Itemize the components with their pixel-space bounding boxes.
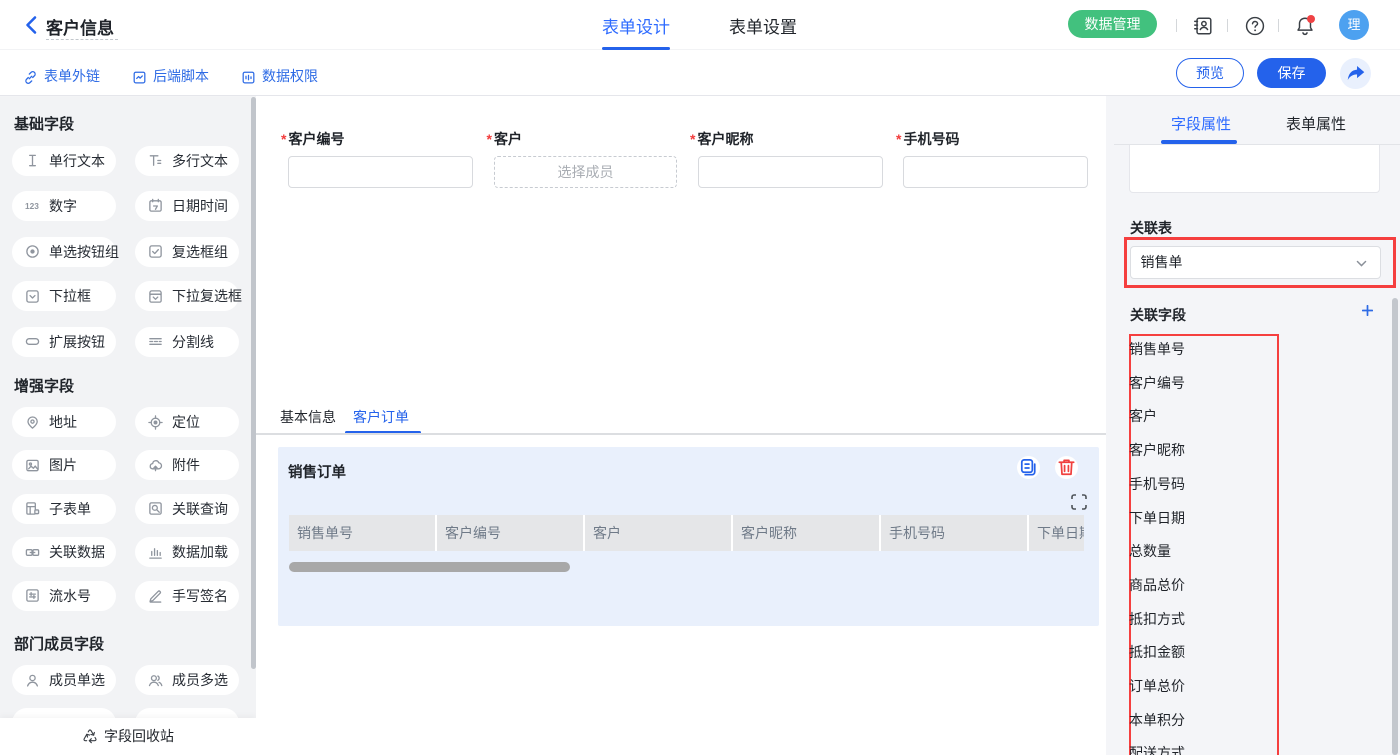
svg-text:123: 123 xyxy=(25,201,39,211)
